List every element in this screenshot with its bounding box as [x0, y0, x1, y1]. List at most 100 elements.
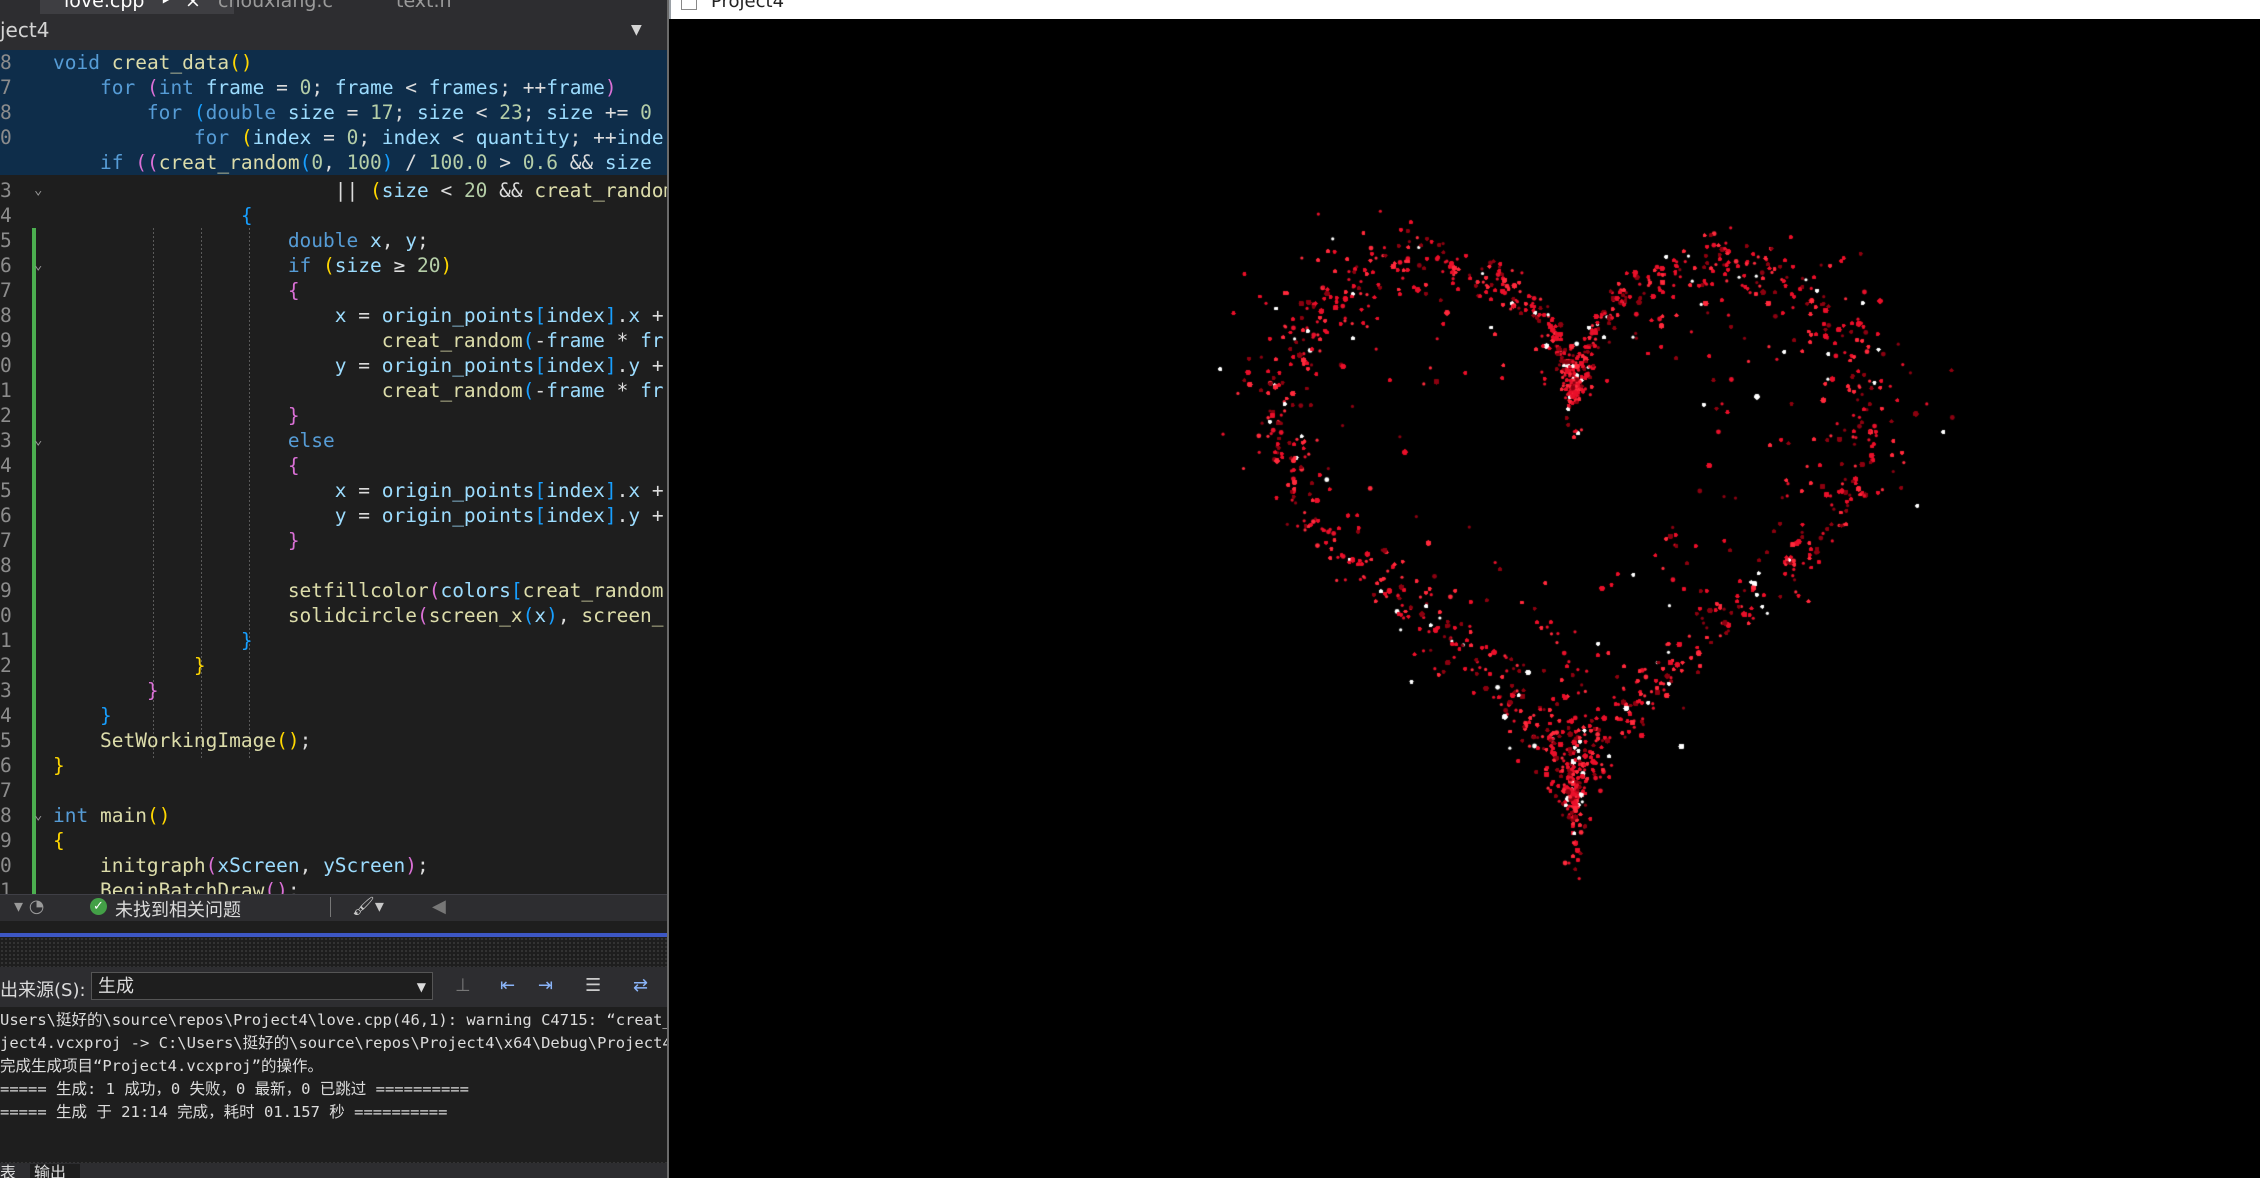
code-text: void creat_data()	[53, 51, 253, 74]
tab-output[interactable]: 输出	[30, 1164, 80, 1178]
code-line[interactable]: 0 y = origin_points[index].y +	[0, 353, 669, 378]
clear-all-icon[interactable]: ☰	[585, 975, 601, 996]
code-line[interactable]: 6 ⌄ if (size ≥ 20)	[0, 253, 669, 278]
scroll-left-icon[interactable]: ◀	[432, 896, 446, 917]
code-text: }	[287, 404, 300, 427]
output-line: 完成生成项目“Project4.vcxproj”的操作。	[0, 1057, 323, 1075]
code-text: if (size ≥ 20)	[287, 254, 453, 277]
line-number: 8	[0, 304, 12, 327]
chevron-down-icon[interactable]: ▼	[631, 22, 642, 38]
code-line[interactable]: 9{	[0, 828, 669, 853]
close-tab-icon[interactable]: ×	[185, 0, 201, 14]
find-message-icon[interactable]: ⊥	[455, 975, 471, 996]
code-line[interactable]: 0 for (index = 0; index < quantity; ++in…	[0, 125, 669, 150]
line-number: 4	[0, 454, 12, 477]
output-line: ject4.vcxproj -> C:\Users\挺好的\source\rep…	[0, 1034, 669, 1052]
fold-chevron-icon[interactable]: ⌄	[34, 428, 42, 453]
fold-chevron-icon[interactable]: ⌄	[34, 803, 42, 828]
code-line[interactable]: 3 ⌄ || (size < 20 && creat_random(0	[0, 178, 669, 203]
code-text: y = origin_points[index].y +	[334, 354, 664, 377]
code-text: }	[99, 704, 112, 727]
code-text: {	[240, 204, 253, 227]
code-line[interactable]: 7	[0, 778, 669, 803]
issues-status-text[interactable]: 未找到相关问题	[115, 896, 241, 922]
code-line[interactable]: 5 x = origin_points[index].x +	[0, 478, 669, 503]
line-number: 3	[0, 679, 12, 702]
code-line[interactable]: 8 x = origin_points[index].x +	[0, 303, 669, 328]
code-text: {	[287, 279, 300, 302]
pin-icon[interactable]: ‣	[160, 0, 171, 14]
fold-chevron-icon[interactable]: ⌄	[34, 253, 42, 278]
graphics-window-titlebar[interactable]: Project4	[669, 0, 2260, 19]
code-text: }	[287, 529, 300, 552]
output-text-area[interactable]: Users\挺好的\source\repos\Project4\love.cpp…	[0, 1007, 669, 1162]
code-text: int main()	[53, 804, 171, 827]
code-line[interactable]: 4 {	[0, 203, 669, 228]
code-text: for (double size = 17; size < 23; size +…	[146, 101, 652, 124]
tab-text-h[interactable]: text.h	[390, 0, 516, 14]
code-text: || (size < 20 && creat_random(0	[53, 179, 669, 202]
code-line[interactable]: 2 }	[0, 403, 669, 428]
line-number: 0	[0, 854, 12, 877]
code-line[interactable]: 8	[0, 553, 669, 578]
code-text: SetWorkingImage();	[99, 729, 312, 752]
line-number: 5	[0, 479, 12, 502]
tab-label: text.h	[396, 0, 452, 12]
code-text: for (index = 0; index < quantity; ++inde	[193, 126, 664, 149]
project-navigation-bar[interactable]: ject4 ▼	[0, 14, 669, 51]
code-text: double x, y;	[287, 229, 429, 252]
code-line[interactable]: 7 }	[0, 528, 669, 553]
code-line[interactable]: 8 for (double size = 17; size < 23; size…	[0, 100, 669, 125]
code-line[interactable]: 1 creat_random(-frame * fr	[0, 378, 669, 403]
code-line[interactable]: 8 ⌄ int main()	[0, 803, 669, 828]
output-source-select[interactable]: 生成 ▼	[91, 972, 433, 1000]
code-line[interactable]: 2 }	[0, 653, 669, 678]
code-line[interactable]: if ((creat_random(0, 100) / 100.0 > 0.6 …	[0, 150, 669, 175]
code-line[interactable]: 4 }	[0, 703, 669, 728]
line-number: 8	[0, 101, 12, 124]
code-line[interactable]: 6 y = origin_points[index].y +	[0, 503, 669, 528]
code-line[interactable]: 9 setfillcolor(colors[creat_random	[0, 578, 669, 603]
zoom-dropdown-icon[interactable]: ▾ ◔	[14, 896, 44, 917]
word-wrap-icon[interactable]: ⇄	[633, 975, 648, 996]
code-line[interactable]: 9 creat_random(-frame * fr	[0, 328, 669, 353]
line-number: 2	[0, 654, 12, 677]
code-text: }	[240, 629, 253, 652]
line-number: 8	[0, 804, 12, 827]
code-line[interactable]: 8 void creat_data()	[0, 50, 669, 75]
line-number: 1	[0, 879, 12, 894]
code-editor[interactable]: 8 void creat_data() 7 for (int frame = 0; …	[0, 50, 669, 894]
ide-editor-pane: love.cpp ‣ × chouxiang.c text.h ject4 ▼ …	[0, 0, 669, 1178]
graphics-window[interactable]: Project4	[669, 0, 2260, 1178]
code-line[interactable]: 4 {	[0, 453, 669, 478]
code-line[interactable]: 1 BeginBatchDraw();	[0, 878, 669, 894]
code-cleanup-icon[interactable]: 🖌▾	[352, 896, 384, 917]
line-number: 3	[0, 179, 12, 202]
project-dropdown-label: ject4	[0, 18, 50, 42]
code-line[interactable]: 7 {	[0, 278, 669, 303]
fold-chevron-icon[interactable]: ⌄	[34, 178, 42, 203]
code-line[interactable]: 6}	[0, 753, 669, 778]
previous-message-icon[interactable]: ⇤	[500, 975, 515, 996]
code-line[interactable]: 5 double x, y;	[0, 228, 669, 253]
tab-error-list[interactable]: 表	[0, 1164, 20, 1178]
code-line[interactable]: 0 solidcircle(screen_x(x), screen_	[0, 603, 669, 628]
line-number: 8	[0, 51, 12, 74]
line-number: 7	[0, 76, 12, 99]
code-line[interactable]: 0 initgraph(xScreen, yScreen);	[0, 853, 669, 878]
bottom-tab-bar: 表 输出	[0, 1163, 669, 1178]
code-text: y = origin_points[index].y +	[334, 504, 664, 527]
code-line[interactable]: 7 for (int frame = 0; frame < frames; ++…	[0, 75, 669, 100]
output-panel-header	[0, 937, 669, 967]
code-line[interactable]: 3 }	[0, 678, 669, 703]
tab-love-cpp[interactable]: love.cpp ‣ ×	[40, 0, 234, 14]
code-line[interactable]: 5 SetWorkingImage();	[0, 728, 669, 753]
tab-label: love.cpp	[64, 0, 145, 12]
line-number: 6	[0, 504, 12, 527]
code-line[interactable]: 1 }	[0, 628, 669, 653]
next-message-icon[interactable]: ⇥	[538, 975, 553, 996]
code-line[interactable]: 3 ⌄ else	[0, 428, 669, 453]
tab-chouxiang-c[interactable]: chouxiang.c	[212, 0, 388, 14]
line-number: 7	[0, 529, 12, 552]
line-number: 3	[0, 429, 12, 452]
